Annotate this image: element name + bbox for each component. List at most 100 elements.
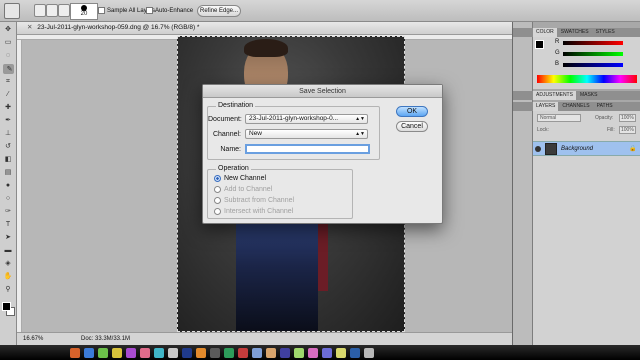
blend-mode-select[interactable]: Normal: [537, 114, 581, 122]
tab-color[interactable]: COLOR: [533, 28, 557, 37]
brush-tool-icon[interactable]: ✒: [3, 116, 14, 126]
app-icon[interactable]: [154, 348, 164, 358]
channel-label: Channel:: [212, 130, 241, 138]
history-brush-icon[interactable]: ↺: [3, 142, 14, 152]
red-slider[interactable]: [563, 41, 623, 45]
app-icon[interactable]: [112, 348, 122, 358]
tab-swatches[interactable]: SWATCHES: [558, 28, 592, 37]
panels-dock: COLOR SWATCHES STYLES R G B ADJUSTMENTS …: [512, 22, 640, 345]
radio-dot[interactable]: [214, 186, 221, 193]
chevron-updown-icon: ▲▼: [355, 131, 365, 137]
dodge-tool-icon[interactable]: ○: [3, 194, 14, 204]
quick-selection-tool-icon[interactable]: [4, 3, 20, 19]
zoom-level[interactable]: 16.67%: [23, 333, 43, 345]
path-selection-icon[interactable]: ➤: [3, 233, 14, 243]
color-panel: R G B: [533, 37, 640, 89]
healing-brush-icon[interactable]: ✚: [3, 103, 14, 113]
checkbox-box[interactable]: [98, 7, 105, 14]
quick-selection-tool-icon[interactable]: ✎: [2, 64, 14, 74]
close-icon[interactable]: ✕: [27, 24, 32, 31]
app-icon[interactable]: [294, 348, 304, 358]
app-icon[interactable]: [126, 348, 136, 358]
eyedropper-tool-icon[interactable]: ⁄: [3, 90, 14, 100]
pen-tool-icon[interactable]: ✑: [3, 207, 14, 217]
tab-masks[interactable]: MASKS: [577, 91, 601, 100]
brush-picker[interactable]: 20: [70, 3, 98, 20]
app-icon[interactable]: [280, 348, 290, 358]
app-icon[interactable]: [336, 348, 346, 358]
hand-tool-icon[interactable]: ✋: [3, 272, 14, 282]
cancel-button[interactable]: Cancel: [396, 121, 428, 132]
new-channel-radio[interactable]: New Channel: [214, 175, 266, 182]
shape-tool-icon[interactable]: ▬: [3, 246, 14, 256]
layer-name: Background: [561, 146, 594, 152]
radio-dot[interactable]: [214, 208, 221, 215]
visibility-eye-icon[interactable]: [535, 146, 541, 152]
clone-stamp-icon[interactable]: ⊥: [3, 129, 14, 139]
blue-slider[interactable]: [563, 63, 623, 67]
lock-label: Lock:: [537, 127, 549, 133]
tab-paths[interactable]: PATHS: [594, 102, 616, 111]
app-icon[interactable]: [98, 348, 108, 358]
channel-b-label: B: [555, 61, 560, 67]
app-icon[interactable]: [140, 348, 150, 358]
app-icon[interactable]: [308, 348, 318, 358]
auto-enhance-checkbox[interactable]: Auto-Enhance: [146, 7, 193, 14]
checkbox-box[interactable]: [146, 7, 153, 14]
marquee-tool-icon[interactable]: ▭: [3, 38, 14, 48]
3d-tool-icon[interactable]: ◈: [3, 259, 14, 269]
channel-g-label: G: [555, 50, 560, 56]
add-to-channel-radio[interactable]: Add to Channel: [214, 186, 272, 193]
crop-tool-icon[interactable]: ⌗: [3, 77, 14, 87]
foreground-color-swatch[interactable]: [2, 302, 11, 311]
foreground-color-swatch[interactable]: [535, 40, 544, 49]
document-select[interactable]: 23-Jul-2011-glyn-workshop-0... ▲▼: [245, 114, 368, 124]
color-spectrum[interactable]: [537, 75, 637, 83]
intersect-with-channel-radio[interactable]: Intersect with Channel: [214, 208, 293, 215]
app-icon[interactable]: [364, 348, 374, 358]
blur-tool-icon[interactable]: ●: [3, 181, 14, 191]
layer-row[interactable]: Background 🔒: [533, 141, 640, 156]
move-tool-icon[interactable]: ✥: [3, 25, 14, 35]
document-tab[interactable]: ✕ 23-Jul-2011-glyn-workshop-059.dng @ 16…: [17, 22, 512, 35]
radio-dot[interactable]: [214, 175, 221, 182]
subtract-from-channel-radio[interactable]: Subtract from Channel: [214, 197, 294, 204]
auto-enhance-label: Auto-Enhance: [155, 7, 194, 14]
new-selection-icon[interactable]: [34, 4, 46, 17]
tab-adjustments[interactable]: ADJUSTMENTS: [533, 91, 576, 100]
app-icon[interactable]: [350, 348, 360, 358]
channel-select[interactable]: New ▲▼: [245, 129, 368, 139]
lasso-tool-icon[interactable]: ◌: [3, 51, 14, 61]
app-icon[interactable]: [196, 348, 206, 358]
tab-layers[interactable]: LAYERS: [533, 102, 559, 111]
app-icon[interactable]: [168, 348, 178, 358]
app-icon[interactable]: [322, 348, 332, 358]
channel-r-label: R: [555, 39, 560, 45]
ok-button[interactable]: OK: [396, 106, 428, 117]
app-icon[interactable]: [84, 348, 94, 358]
zoom-tool-icon[interactable]: ⚲: [3, 285, 14, 295]
app-icon[interactable]: [70, 348, 80, 358]
dock-bar: [0, 345, 640, 360]
operation-legend: Operation: [216, 165, 251, 172]
tab-channels[interactable]: CHANNELS: [559, 102, 592, 111]
gradient-tool-icon[interactable]: ▤: [3, 168, 14, 178]
green-slider[interactable]: [563, 52, 623, 56]
app-icon[interactable]: [210, 348, 220, 358]
subtract-selection-icon[interactable]: [58, 4, 70, 17]
fill-field[interactable]: 100%: [619, 126, 636, 134]
opacity-field[interactable]: 100%: [619, 114, 636, 122]
radio-dot[interactable]: [214, 197, 221, 204]
name-input[interactable]: [245, 144, 370, 154]
document-row: Document: 23-Jul-2011-glyn-workshop-0...…: [208, 114, 368, 124]
app-icon[interactable]: [252, 348, 262, 358]
eraser-tool-icon[interactable]: ◧: [3, 155, 14, 165]
app-icon[interactable]: [182, 348, 192, 358]
app-icon[interactable]: [238, 348, 248, 358]
app-icon[interactable]: [224, 348, 234, 358]
type-tool-icon[interactable]: T: [3, 220, 14, 230]
refine-edge-button[interactable]: Refine Edge...: [197, 5, 241, 17]
tab-styles[interactable]: STYLES: [593, 28, 618, 37]
app-icon[interactable]: [266, 348, 276, 358]
add-to-selection-icon[interactable]: [46, 4, 58, 17]
